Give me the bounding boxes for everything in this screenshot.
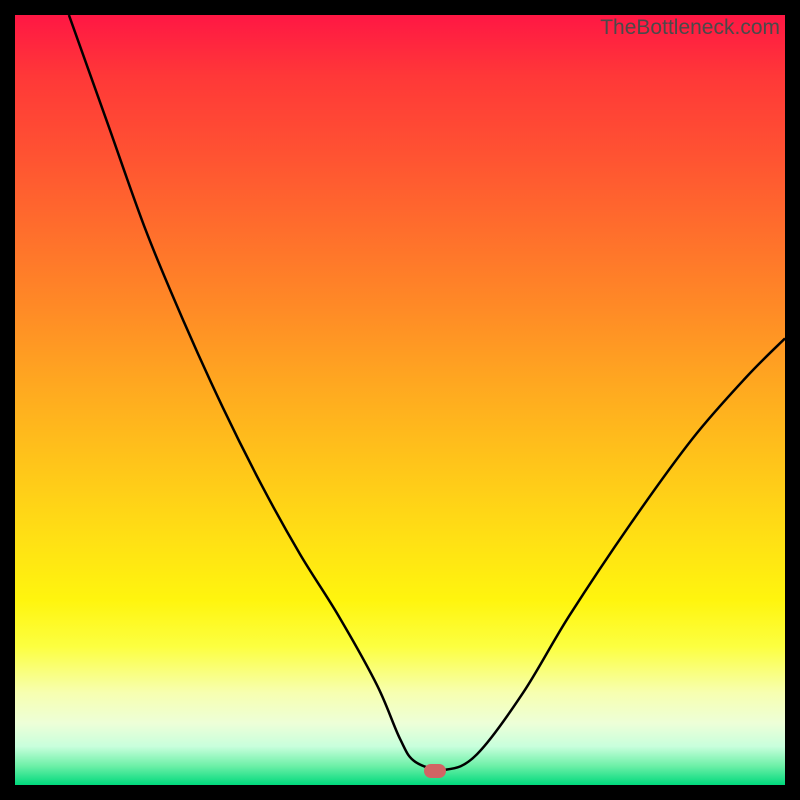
gradient-plot-area <box>15 15 785 785</box>
attribution-label: TheBottleneck.com <box>600 16 780 40</box>
bottleneck-curve <box>69 15 785 770</box>
optimal-marker <box>424 764 446 778</box>
curve-layer <box>15 15 785 785</box>
